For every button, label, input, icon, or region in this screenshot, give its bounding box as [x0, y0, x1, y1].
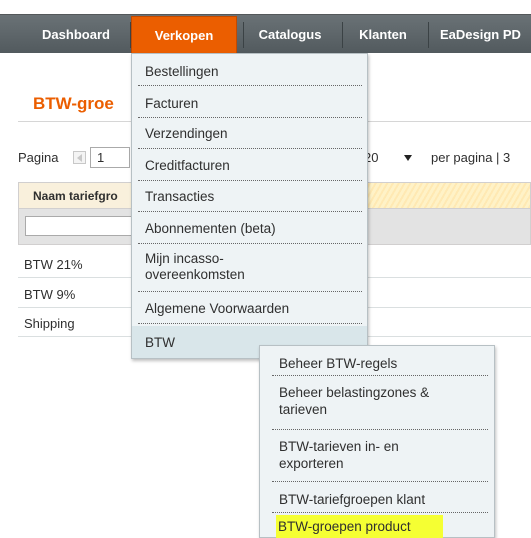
column-header-label: Naam tariefgro — [33, 189, 118, 203]
chevron-down-icon — [404, 155, 412, 161]
submenu-item-tarieven-import[interactable]: BTW-tarieven in- en exporteren — [272, 432, 488, 482]
menu-item-label: Algemene Voorwaarden — [145, 301, 290, 316]
table-cell: Shipping — [24, 316, 75, 331]
menu-item-facturen[interactable]: Facturen — [138, 89, 362, 118]
nav-dashboard[interactable]: Dashboard — [28, 16, 124, 53]
nav-catalogus[interactable]: Catalogus — [244, 16, 336, 53]
submenu-item-btw-regels[interactable]: Beheer BTW-regels — [272, 349, 488, 376]
submenu-item-label: BTW-tarieven in- en exporteren — [279, 439, 399, 471]
menu-item-incasso[interactable]: Mijn incasso- overeenkomsten — [138, 246, 362, 292]
table-cell: BTW 21% — [24, 257, 83, 272]
menu-item-label: Abonnementen (beta) — [145, 221, 276, 236]
menu-item-transacties[interactable]: Transacties — [138, 183, 362, 212]
menu-item-label: Facturen — [145, 96, 199, 111]
menu-item-label: Transacties — [145, 189, 215, 204]
top-navigation: Dashboard Verkopen Catalogus Klanten EaD… — [0, 0, 531, 53]
nav-verkopen[interactable]: Verkopen — [131, 16, 237, 53]
pager-label: Pagina — [18, 150, 59, 165]
table-cell: BTW 9% — [24, 287, 76, 302]
name-filter-input[interactable] — [25, 216, 145, 236]
previous-page-button[interactable] — [73, 151, 86, 164]
submenu-item-label: BTW-groepen product — [278, 519, 411, 534]
menu-item-abonnementen[interactable]: Abonnementen (beta) — [138, 214, 362, 244]
submenu-item-tariefgroepen-klant[interactable]: BTW-tariefgroepen klant — [272, 484, 488, 513]
top-strip — [0, 0, 531, 14]
submenu-item-label: BTW-tariefgroepen klant — [279, 492, 426, 507]
menu-item-label: Creditfacturen — [145, 158, 230, 173]
menu-item-verzendingen[interactable]: Verzendingen — [138, 120, 362, 149]
column-header-name[interactable]: Naam tariefgro — [19, 183, 139, 208]
submenu-item-belastingzones[interactable]: Beheer belastingzones & tarieven — [272, 378, 488, 430]
nav-klanten[interactable]: Klanten — [343, 16, 423, 53]
admin-page: Dashboard Verkopen Catalogus Klanten EaD… — [0, 0, 531, 538]
sales-dropdown-menu: Bestellingen Facturen Verzendingen Credi… — [131, 53, 368, 359]
nav-eadesign[interactable]: EaDesign PD — [440, 16, 531, 53]
menu-item-voorwaarden[interactable]: Algemene Voorwaarden — [138, 294, 362, 324]
submenu-item-groepen-product[interactable]: BTW-groepen product — [271, 515, 487, 538]
per-page-label: per pagina | 3 — [431, 150, 511, 165]
menu-item-label: BTW — [145, 335, 175, 350]
btw-submenu: Beheer BTW-regels Beheer belastingzones … — [259, 345, 495, 538]
nav-divider — [428, 22, 429, 48]
per-page-select[interactable]: 20 — [360, 147, 418, 168]
menu-item-label: Bestellingen — [145, 64, 219, 79]
menu-item-creditfacturen[interactable]: Creditfacturen — [138, 151, 362, 181]
menu-item-bestellingen[interactable]: Bestellingen — [138, 58, 362, 86]
menu-item-label: Mijn incasso- overeenkomsten — [145, 251, 245, 282]
submenu-item-label: Beheer BTW-regels — [279, 356, 398, 371]
page-number-input[interactable]: 1 — [90, 147, 130, 168]
page-title: BTW-groe — [33, 94, 114, 113]
submenu-item-label: Beheer belastingzones & tarieven — [279, 385, 430, 417]
menu-item-label: Verzendingen — [145, 126, 228, 141]
